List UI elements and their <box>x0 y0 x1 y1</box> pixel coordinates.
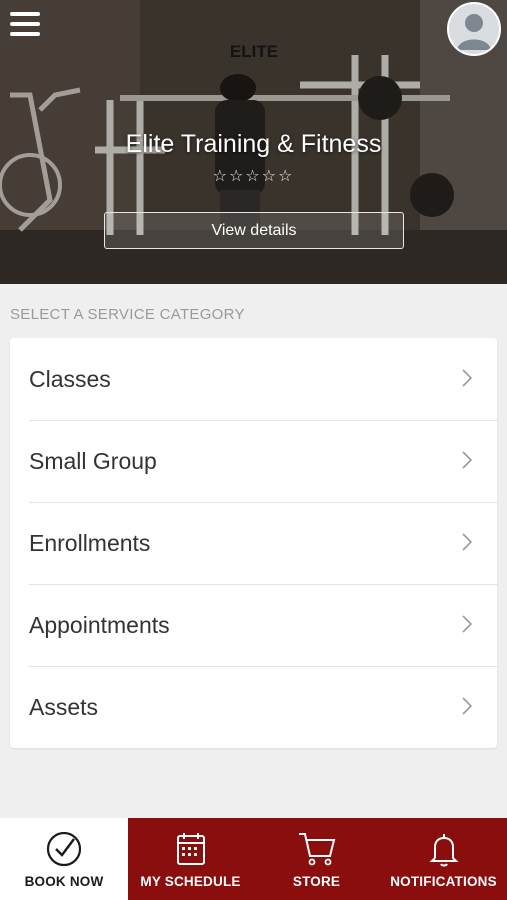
tab-label: BOOK NOW <box>24 874 104 889</box>
view-details-button[interactable]: View details <box>104 212 404 249</box>
tab-label: STORE <box>292 874 341 889</box>
calendar-icon <box>176 833 205 865</box>
chevron-right-icon <box>462 369 473 387</box>
user-icon <box>457 14 491 50</box>
profile-avatar[interactable] <box>447 2 501 56</box>
tab-label: NOTIFICATIONS <box>390 874 497 889</box>
category-small-group[interactable]: Small Group <box>10 420 497 502</box>
tab-label: MY SCHEDULE <box>140 874 241 889</box>
chevron-right-icon <box>462 451 473 469</box>
cart-icon <box>298 833 335 866</box>
chevron-right-icon <box>462 697 473 715</box>
tab-store[interactable]: STORE <box>253 818 380 900</box>
tab-notifications[interactable]: NOTIFICATIONS <box>380 818 507 900</box>
service-category-list: Classes Small Group Enrollments Appointm… <box>10 338 497 748</box>
bell-icon <box>429 834 458 867</box>
section-label: SELECT A SERVICE CATEGORY <box>10 306 245 323</box>
category-label: Assets <box>29 693 99 720</box>
category-enrollments[interactable]: Enrollments <box>10 502 497 584</box>
chevron-right-icon <box>462 615 473 633</box>
menu-icon[interactable] <box>10 12 40 40</box>
check-circle-icon <box>46 831 82 867</box>
category-label: Enrollments <box>29 529 151 556</box>
business-name: Elite Training & Fitness <box>125 130 382 158</box>
hero-banner: ELITE Elite Training & Fitness ☆☆☆☆☆ Vie… <box>0 0 507 284</box>
rating-stars: ☆☆☆☆☆ <box>212 168 295 185</box>
category-assets[interactable]: Assets <box>10 666 497 748</box>
tab-book-now[interactable]: BOOK NOW <box>0 818 128 900</box>
tab-my-schedule[interactable]: MY SCHEDULE <box>128 818 253 900</box>
category-label: Small Group <box>29 447 157 474</box>
chevron-right-icon <box>462 533 473 551</box>
category-appointments[interactable]: Appointments <box>10 584 497 666</box>
category-label: Appointments <box>29 611 170 638</box>
bottom-tab-bar: BOOK NOW MY SCHEDULE STORE NOTIFICATIONS <box>0 818 507 900</box>
category-label: Classes <box>29 365 111 392</box>
category-classes[interactable]: Classes <box>10 338 497 420</box>
